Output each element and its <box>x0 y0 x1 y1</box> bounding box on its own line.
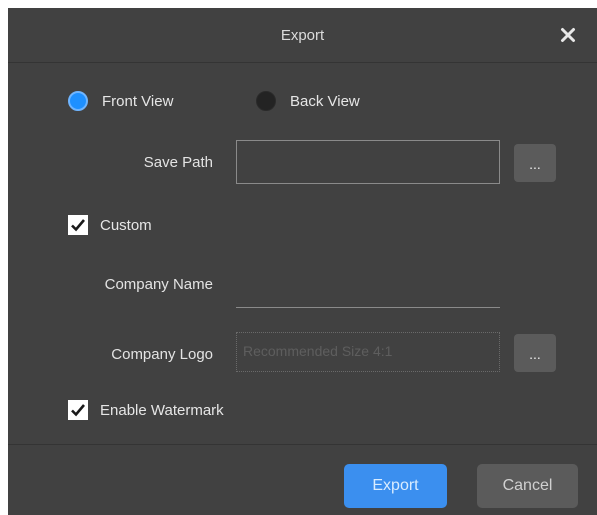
checkbox-checked-icon <box>68 215 88 235</box>
radio-unselected-icon <box>256 91 276 111</box>
title-divider <box>8 62 597 63</box>
checkbox-checked-icon <box>68 400 88 420</box>
company-logo-label: Company Logo <box>111 346 213 363</box>
back-view-radio[interactable]: Back View <box>256 90 360 112</box>
footer-divider <box>8 444 597 445</box>
back-view-label: Back View <box>290 92 360 110</box>
title-bar: Export <box>8 8 597 63</box>
enable-watermark-checkbox[interactable]: Enable Watermark <box>68 400 224 420</box>
enable-watermark-label: Enable Watermark <box>100 401 224 419</box>
export-dialog: Export Front View Back View Save Path ..… <box>8 8 597 515</box>
custom-checkbox[interactable]: Custom <box>68 215 152 235</box>
front-view-radio[interactable]: Front View <box>68 90 173 112</box>
save-path-input[interactable] <box>236 140 500 184</box>
front-view-label: Front View <box>102 92 174 110</box>
cancel-button[interactable]: Cancel <box>477 464 578 508</box>
export-button[interactable]: Export <box>344 464 447 508</box>
save-path-browse-button[interactable]: ... <box>514 144 556 182</box>
company-logo-field[interactable]: Recommended Size 4:1 <box>236 332 500 372</box>
custom-label: Custom <box>100 216 152 234</box>
company-name-input[interactable] <box>236 268 500 308</box>
company-logo-browse-button[interactable]: ... <box>514 334 556 372</box>
radio-selected-icon <box>68 91 88 111</box>
company-name-label: Company Name <box>104 276 213 293</box>
close-icon[interactable] <box>554 21 582 49</box>
save-path-label: Save Path <box>143 154 213 171</box>
dialog-title: Export <box>280 27 325 44</box>
